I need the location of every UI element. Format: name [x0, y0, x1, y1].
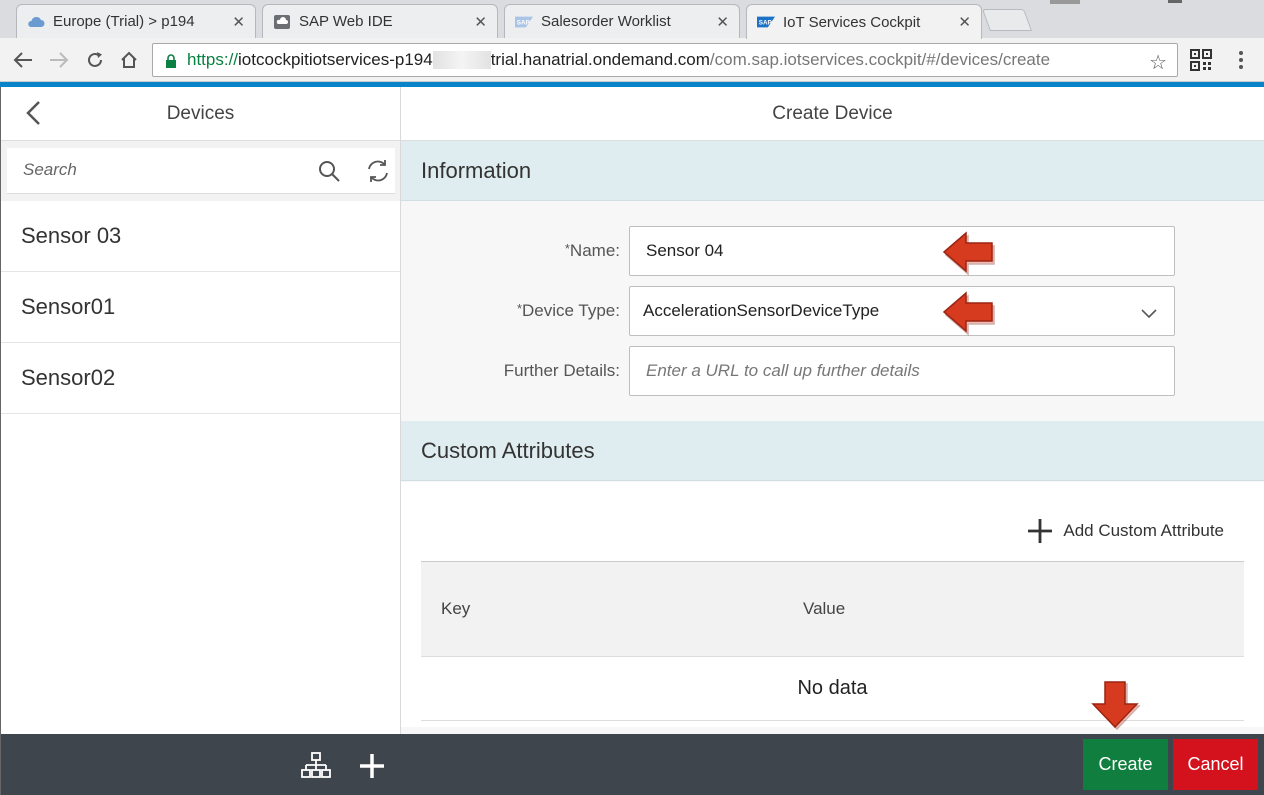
search-input[interactable] [7, 148, 287, 192]
more-menu-icon[interactable] [1228, 47, 1254, 73]
redacted-text [432, 51, 491, 69]
svg-text:SAP: SAP [759, 20, 772, 27]
home-icon[interactable] [116, 47, 142, 73]
sap-logo-icon: SAP [515, 15, 533, 29]
lock-icon [165, 53, 177, 68]
refresh-icon[interactable] [365, 158, 391, 184]
custom-attributes-section-header: Custom Attributes [401, 421, 1264, 481]
qr-code-icon[interactable] [1188, 47, 1214, 73]
sap-logo-icon: SAP [757, 15, 775, 29]
tab-title: IoT Services Cockpit [783, 13, 921, 31]
device-list: Sensor 03 Sensor01 Sensor02 [1, 201, 400, 414]
name-field[interactable]: Sensor 04 [629, 226, 1175, 276]
maximize-icon[interactable] [1168, 0, 1182, 3]
tab-title: Salesorder Worklist [541, 13, 671, 30]
url-path: /com.sap.iotservices.cockpit/#/devices/c… [709, 50, 1051, 69]
browser-tab-iot-cockpit[interactable]: SAP IoT Services Cockpit ✕ [746, 4, 982, 39]
annotation-arrow-icon [942, 291, 995, 336]
tab-title: SAP Web IDE [299, 13, 393, 30]
chevron-down-icon[interactable] [1140, 305, 1158, 319]
create-button[interactable]: Create [1083, 739, 1168, 790]
devices-master-panel: Devices Sensor 03 Sensor01 Sensor02 [0, 87, 401, 795]
device-type-label: *Device Type: [516, 301, 620, 320]
column-header-key: Key [441, 599, 471, 618]
annotation-arrow-icon [942, 231, 995, 276]
detail-footer-toolbar: Create Cancel [401, 734, 1264, 795]
browser-tab-bar: Europe (Trial) > p194 ✕ SAP Web IDE ✕ SA… [0, 0, 1264, 39]
information-form: *Name: Sensor 04 *Device Type: Accelerat… [401, 201, 1264, 421]
tab-title: Europe (Trial) > p194 [53, 13, 195, 30]
search-icon[interactable] [317, 159, 341, 183]
list-item[interactable]: Sensor01 [1, 272, 400, 343]
close-icon[interactable]: ✕ [232, 13, 245, 31]
cancel-button[interactable]: Cancel [1173, 739, 1258, 790]
device-type-select[interactable]: AccelerationSensorDeviceType [629, 286, 1175, 336]
plus-icon [1028, 519, 1053, 543]
bookmark-star-icon[interactable]: ☆ [1149, 50, 1167, 75]
further-details-label: Further Details: [503, 361, 620, 380]
browser-tab-webide[interactable]: SAP Web IDE ✕ [262, 4, 498, 38]
cloud-icon [27, 15, 45, 29]
list-item[interactable]: Sensor 03 [1, 201, 400, 272]
add-device-button[interactable] [355, 749, 389, 783]
further-details-field[interactable]: Enter a URL to call up further details [629, 346, 1175, 396]
hierarchy-icon[interactable] [301, 751, 331, 781]
close-icon[interactable]: ✕ [716, 13, 729, 31]
reload-icon[interactable] [82, 47, 108, 73]
search-bar [1, 141, 400, 201]
name-label: *Name: [564, 241, 620, 260]
information-section-header: Information [401, 141, 1264, 201]
new-tab-button[interactable] [981, 9, 1033, 31]
page-title: Create Device [401, 87, 1264, 141]
minimize-icon[interactable] [1050, 0, 1080, 4]
browser-tab-europe[interactable]: Europe (Trial) > p194 ✕ [16, 4, 256, 38]
annotation-arrow-icon [1091, 681, 1141, 730]
master-title: Devices [166, 102, 235, 124]
back-chevron-icon[interactable] [19, 99, 47, 127]
master-footer-toolbar [1, 734, 401, 795]
browser-tab-salesorder[interactable]: SAP Salesorder Worklist ✕ [504, 4, 740, 38]
plus-icon [360, 754, 384, 778]
back-arrow-icon[interactable] [10, 47, 36, 73]
add-custom-attribute-button[interactable]: Add Custom Attribute [1027, 518, 1224, 544]
column-header-value: Value [803, 599, 846, 618]
svg-text:SAP: SAP [517, 19, 530, 26]
close-icon[interactable]: ✕ [958, 13, 971, 31]
table-header: Key Value [421, 562, 1244, 657]
list-item[interactable]: Sensor02 [1, 343, 400, 414]
close-icon[interactable]: ✕ [474, 13, 487, 31]
url-scheme: https:// [187, 50, 239, 69]
webide-icon [273, 14, 291, 29]
search-field [7, 148, 395, 194]
url-host-start: iotcockpitiotservices-p194 [238, 50, 433, 69]
forward-arrow-icon[interactable] [46, 47, 72, 73]
url-host-end: trial.hanatrial.ondemand.com [490, 50, 710, 69]
master-header: Devices [1, 87, 400, 141]
address-bar[interactable]: https://iotcockpitiotservices-p194 trial.… [152, 43, 1178, 77]
browser-toolbar: https://iotcockpitiotservices-p194 trial.… [0, 38, 1264, 82]
